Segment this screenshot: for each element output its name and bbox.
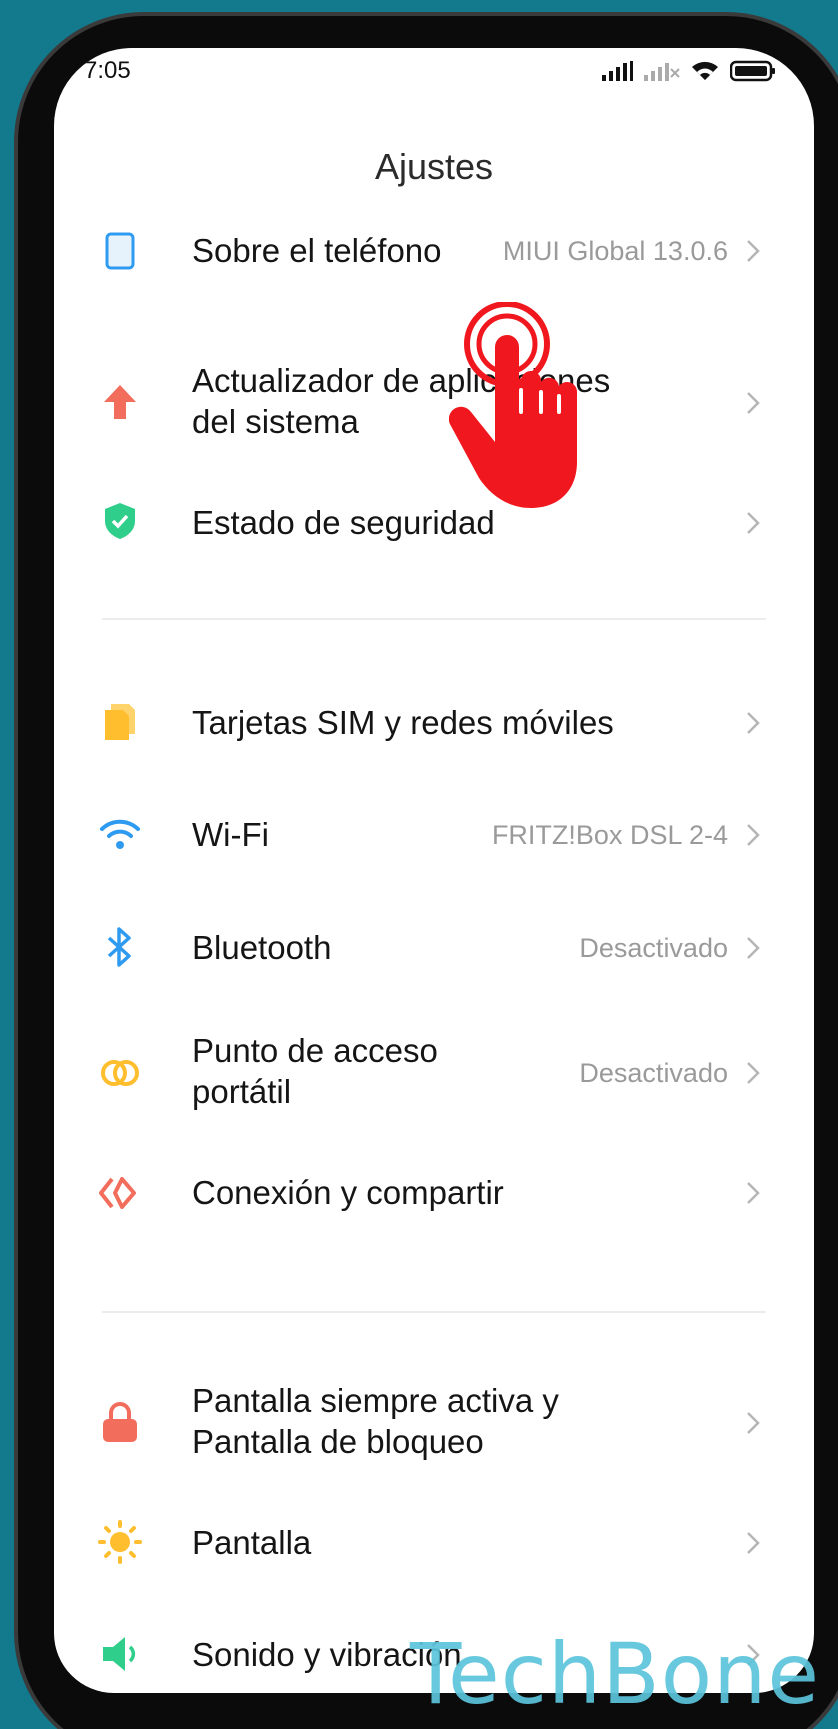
settings-row-security-status[interactable]: Estado de seguridad: [54, 478, 814, 568]
row-label: Sobre el teléfono: [192, 232, 442, 269]
arrow-up-icon: [98, 380, 142, 424]
settings-row-hotspot[interactable]: Punto de acceso portátil Desactivado: [54, 1018, 814, 1128]
watermark-logo: TechBone: [410, 1625, 821, 1723]
row-label-line2: portátil: [192, 1073, 292, 1110]
chevron-right-icon: [747, 1182, 760, 1204]
row-label: Punto de acceso: [192, 1032, 438, 1069]
chevron-right-icon: [747, 1412, 760, 1434]
settings-row-bluetooth[interactable]: Bluetooth Desactivado: [54, 903, 814, 993]
sun-icon: [98, 1520, 142, 1564]
row-label: Tarjetas SIM y redes móviles: [192, 704, 614, 741]
battery-icon: [730, 60, 775, 82]
settings-screen: 7:05 Ajustes Sobre el teléfono MIUI Glob…: [54, 48, 814, 1693]
status-bar: 7:05: [54, 48, 814, 94]
settings-row-lock-screen[interactable]: Pantalla siempre activa y Pantalla de bl…: [54, 1368, 814, 1478]
chevron-right-icon: [747, 512, 760, 534]
row-label: Pantalla: [192, 1524, 312, 1561]
sim-card-icon: [98, 700, 142, 744]
bluetooth-icon: [98, 925, 142, 969]
wifi-icon: [98, 812, 142, 856]
shield-check-icon: [98, 499, 142, 543]
row-label-line2: del sistema: [192, 403, 359, 440]
chevron-right-icon: [747, 824, 760, 846]
signal-icon: [602, 61, 633, 81]
row-value: FRITZ!Box DSL 2-4: [491, 820, 728, 850]
row-label: Pantalla siempre activa y: [192, 1382, 559, 1419]
settings-row-system-updater[interactable]: Actualizador de aplicaciones del sistema: [54, 348, 814, 458]
chevron-right-icon: [747, 1532, 760, 1554]
chevron-right-icon: [747, 392, 760, 414]
page-title: Ajustes: [374, 146, 494, 187]
settings-row-display[interactable]: Pantalla: [54, 1498, 814, 1588]
speaker-icon: [98, 1632, 142, 1676]
tap-hand-icon: [449, 302, 577, 508]
wifi-status-icon: [692, 61, 718, 80]
settings-row-wifi[interactable]: Wi-Fi FRITZ!Box DSL 2-4: [54, 790, 814, 880]
chevron-right-icon: [747, 240, 760, 262]
phone-icon: [98, 229, 142, 273]
section-divider: [102, 1311, 766, 1313]
chevron-right-icon: [747, 712, 760, 734]
row-label: Conexión y compartir: [192, 1174, 504, 1211]
status-icons: [602, 60, 776, 82]
lock-icon: [98, 1401, 142, 1445]
section-divider: [102, 618, 766, 620]
chevron-right-icon: [747, 1062, 760, 1084]
row-value: Desactivado: [579, 933, 728, 963]
settings-row-sim-cards[interactable]: Tarjetas SIM y redes móviles: [54, 678, 814, 768]
hotspot-icon: [98, 1051, 142, 1095]
connection-share-icon: [98, 1171, 142, 1215]
status-time: 7:05: [84, 57, 131, 84]
signal-no-sim-icon: [644, 63, 680, 81]
settings-row-about-phone[interactable]: Sobre el teléfono MIUI Global 13.0.6: [54, 206, 814, 296]
row-label-line2: Pantalla de bloqueo: [192, 1423, 484, 1460]
chevron-right-icon: [747, 937, 760, 959]
settings-row-connection-sharing[interactable]: Conexión y compartir: [54, 1148, 814, 1238]
row-label: Bluetooth: [192, 929, 332, 966]
row-label: Wi-Fi: [192, 816, 269, 853]
row-value: Desactivado: [579, 1058, 728, 1088]
row-value: MIUI Global 13.0.6: [502, 236, 728, 266]
